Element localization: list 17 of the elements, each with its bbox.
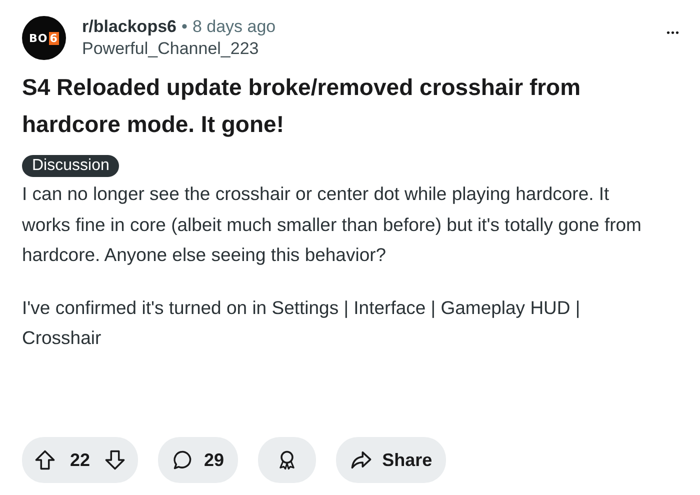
- share-button[interactable]: Share: [336, 437, 446, 483]
- more-options-button[interactable]: •••: [666, 28, 680, 38]
- post-title: S4 Reloaded update broke/removed crosshair from hardcore mode. It gone!: [22, 73, 582, 139]
- post-body-text: I've confirmed it's turned on in Settings | Interface | Gameplay HUD | Crosshair: [22, 296, 582, 350]
- separator-dot: •: [182, 17, 188, 37]
- award-button[interactable]: [258, 437, 316, 483]
- subreddit-avatar[interactable]: BO 6: [22, 16, 66, 60]
- downvote-icon[interactable]: [104, 449, 126, 471]
- upvote-icon[interactable]: [34, 449, 56, 471]
- author-name[interactable]: Powerful_Channel_223: [82, 39, 650, 59]
- post-body-text: I can no longer see the crosshair or center dot while playing hardcore. It works fine in core (albeit much smaller than before) but it's totally gone from hardcore. Anyone else seeing this behavior?: [22, 182, 642, 267]
- share-icon: [350, 449, 372, 471]
- flair-tag: Discussion: [22, 155, 120, 177]
- vote-count: 22: [70, 450, 90, 470]
- comments-button[interactable]: 29: [158, 437, 238, 483]
- subreddit-link[interactable]: r/blackops6: [82, 17, 176, 37]
- post-time: 8 days ago: [192, 17, 276, 37]
